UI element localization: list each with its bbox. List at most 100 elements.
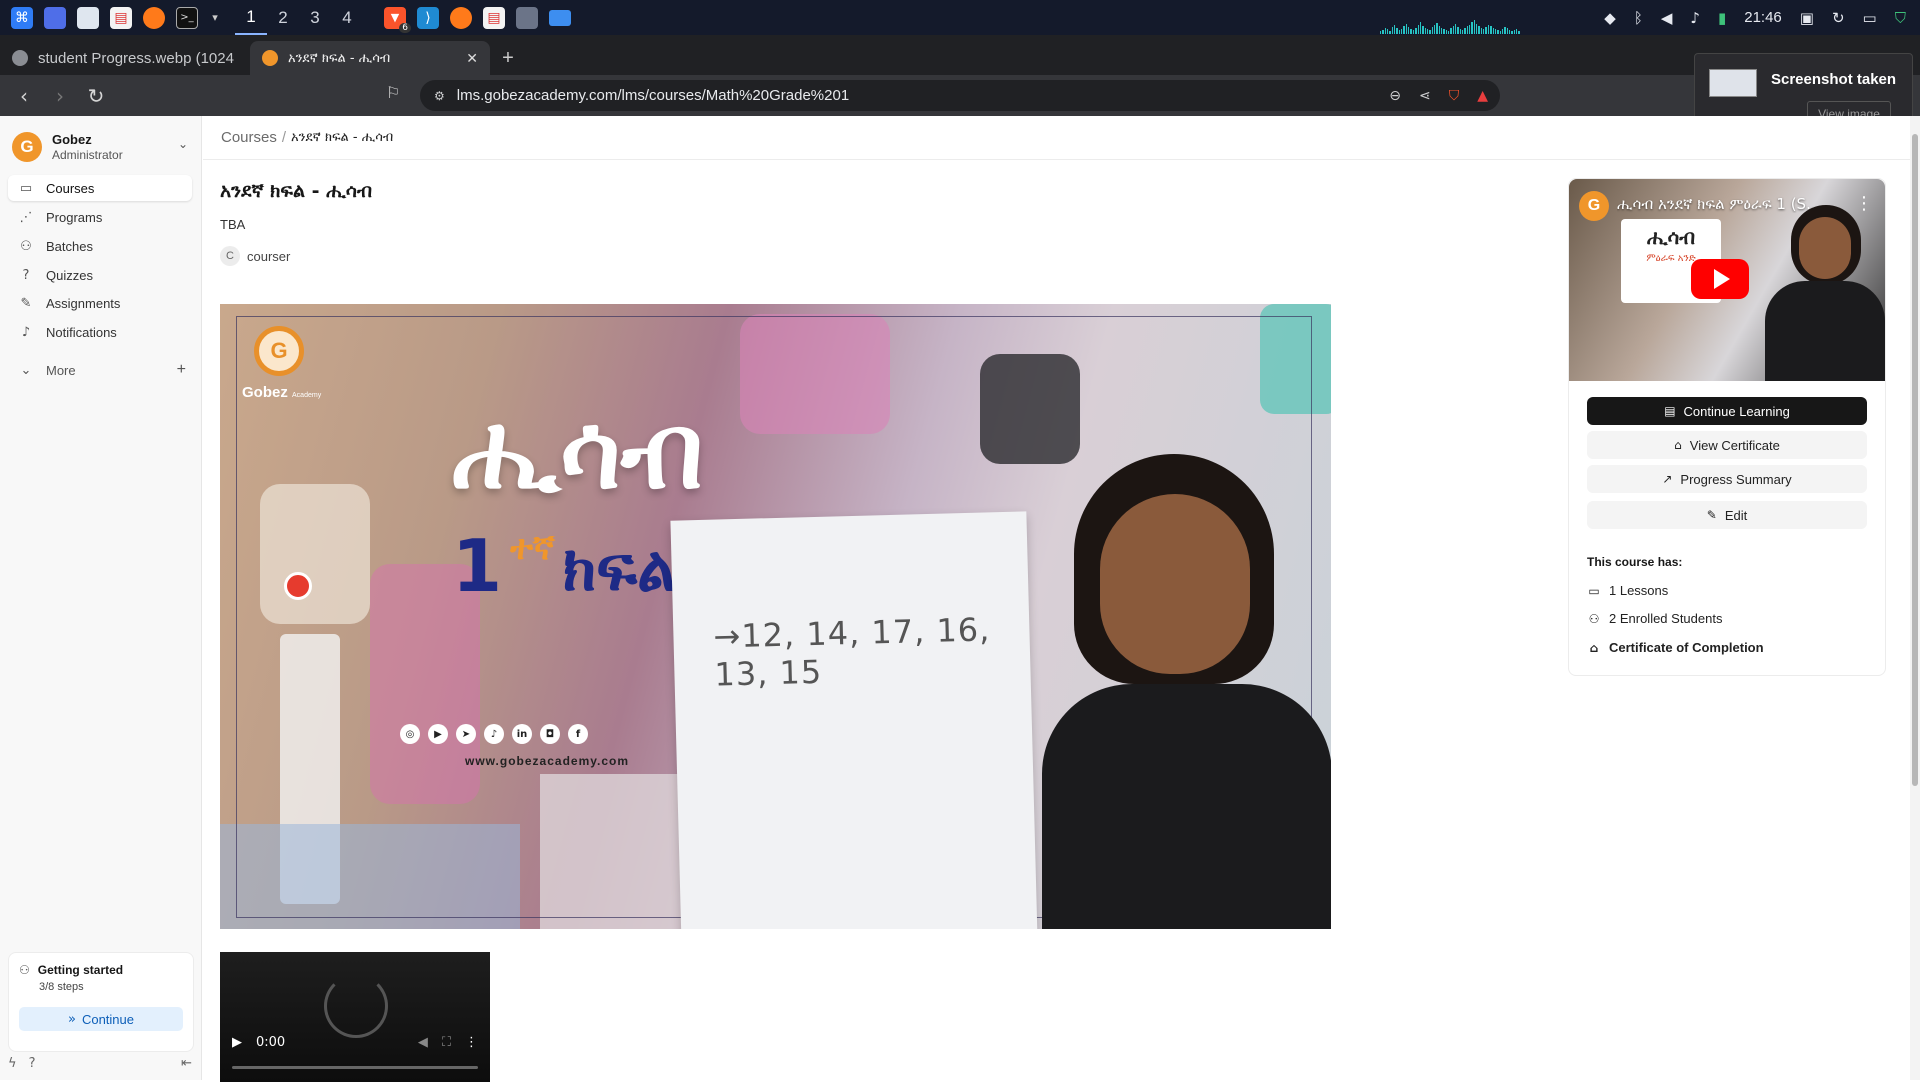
pdf-icon[interactable]: ▤ (110, 6, 132, 29)
tab-course[interactable]: አንደኛ ክፍል - ሒሳብ ✕ (250, 41, 490, 75)
site-info-icon[interactable]: ⚙ (434, 89, 445, 103)
zoom-icon[interactable]: ⊖ (1389, 88, 1401, 104)
audio-bar (1440, 28, 1443, 34)
audio-bar (1387, 29, 1389, 34)
avatar: C (220, 246, 240, 266)
wifi-icon[interactable]: ◆ (1604, 9, 1616, 27)
audio-bar (1462, 30, 1464, 34)
file-text-icon: ▤ (1664, 404, 1676, 418)
edit-button[interactable]: ✎ Edit (1587, 501, 1867, 529)
app-menu-icon[interactable]: ⌘ (11, 6, 33, 29)
firefox-icon[interactable] (450, 6, 472, 29)
course-card: G ሒሳብ አንደኛ ክፍል ምዕራፍ 1 (S... ⋮ ሒሳብ ምዕራፍ አ… (1568, 178, 1886, 676)
social-icons: ◎ ▶ ➤ ♪ in ◘ f (400, 724, 588, 744)
video-player[interactable]: ▶ 0:00 ◀ ⛶ ⋮ (220, 952, 490, 1082)
gobez-logo: G (12, 132, 42, 162)
youtube-embed[interactable]: G ሒሳብ አንደኛ ክፍል ምዕራፍ 1 (S... ⋮ ሒሳብ ምዕራፍ አ… (1569, 179, 1885, 381)
pdf-icon[interactable]: ▤ (483, 6, 505, 29)
audio-bar (1459, 29, 1462, 34)
scrollbar-thumb[interactable] (1912, 134, 1918, 786)
desktop-icon[interactable] (44, 6, 66, 29)
workspace-3[interactable]: 3 (299, 0, 331, 35)
plus-icon[interactable]: + (177, 361, 186, 379)
channel-logo[interactable]: G (1579, 191, 1609, 221)
bluetooth-icon[interactable]: ᛒ (1634, 9, 1643, 27)
video-progress-bar[interactable] (232, 1066, 478, 1069)
shield-icon[interactable]: ⛉ (1895, 9, 1906, 27)
breadcrumb-courses-link[interactable]: Courses (221, 129, 277, 146)
sidebar-item-programs[interactable]: ⋰ Programs (8, 204, 192, 230)
clock[interactable]: 21:46 (1744, 9, 1782, 26)
address-bar[interactable]: ⚙ lms.gobezacademy.com/lms/courses/Math%… (420, 80, 1500, 111)
sidebar-item-label: Assignments (46, 295, 121, 311)
sidebar-more-toggle[interactable]: ⌄ More + (8, 357, 192, 383)
play-icon[interactable]: ▶ (232, 1035, 242, 1050)
mute-icon[interactable]: ◀ (418, 1035, 428, 1050)
zap-icon[interactable]: ϟ (8, 1056, 17, 1071)
bell-icon[interactable]: ♪ (1690, 9, 1700, 27)
tab-student-progress[interactable]: student Progress.webp (1024 (0, 41, 250, 75)
sidebar-item-batches[interactable]: ⚇ Batches (8, 233, 192, 259)
audio-bar (1501, 29, 1504, 34)
firefox-icon[interactable] (143, 6, 165, 29)
continue-learning-button[interactable]: ▤ Continue Learning (1587, 397, 1867, 425)
chevrons-right-icon: » (67, 1011, 76, 1027)
new-tab-button[interactable]: + (490, 41, 526, 75)
file-manager-icon[interactable] (77, 6, 99, 29)
getting-started-continue-button[interactable]: » Continue (19, 1007, 183, 1031)
instagram-icon: ◘ (540, 724, 560, 744)
gobez-logo: G (254, 326, 304, 376)
play-icon (1714, 269, 1730, 289)
org-switcher[interactable]: G Gobez Administrator ⌄ (12, 128, 192, 166)
graduation-cap-icon: ⌂ (1674, 438, 1682, 452)
chevron-down-icon[interactable]: ▾ (209, 7, 221, 29)
globe-icon (12, 50, 28, 66)
notification-title: Screenshot taken (1771, 71, 1897, 88)
youtube-play-button[interactable] (1691, 259, 1749, 299)
vscode-icon[interactable]: ⟩ (417, 6, 439, 29)
browser-toolbar: ‹ › ↻ ⚐ ⚙ lms.gobezacademy.com/lms/cours… (0, 75, 1920, 116)
audio-bar (1401, 29, 1403, 34)
bookmark-icon[interactable]: ⚐ (386, 83, 400, 102)
folder-icon[interactable] (549, 9, 571, 26)
lock-icon[interactable]: ▣ (1800, 9, 1814, 27)
sidebar-item-quizzes[interactable]: ? Quizzes (8, 262, 192, 288)
workspace-1[interactable]: 1 (235, 0, 267, 35)
collapse-sidebar-icon[interactable]: ⇤ (181, 1056, 192, 1071)
linkedin-icon: in (512, 724, 532, 744)
page-scrollbar[interactable] (1910, 116, 1920, 1080)
url-text: lms.gobezacademy.com/lms/courses/Math%20… (456, 87, 850, 104)
sidebar-item-notifications[interactable]: ♪ Notifications (8, 319, 192, 345)
brave-icon[interactable]: ▼ 6 (384, 6, 411, 33)
workspace-4[interactable]: 4 (331, 0, 363, 35)
course-author[interactable]: C courser (220, 246, 290, 266)
more-options-icon[interactable]: ⋮ (465, 1035, 478, 1050)
sidebar-item-courses[interactable]: ▭ Courses (8, 175, 192, 201)
audio-bar (1408, 27, 1410, 34)
workspace-2[interactable]: 2 (267, 0, 299, 35)
volume-icon[interactable]: ◀ (1661, 9, 1673, 27)
forward-icon[interactable]: › (46, 82, 74, 110)
brave-shield-icon[interactable]: ⛉ (1449, 88, 1460, 104)
view-certificate-button[interactable]: ⌂ View Certificate (1587, 431, 1867, 459)
brave-rewards-icon[interactable]: ▲ (1477, 88, 1488, 104)
progress-summary-button[interactable]: ↗ Progress Summary (1587, 465, 1867, 493)
audio-bar (1455, 24, 1457, 34)
share-icon[interactable]: ⋖ (1419, 88, 1431, 104)
back-icon[interactable]: ‹ (10, 82, 38, 110)
course-has-label: This course has: (1587, 555, 1683, 569)
getting-started-steps: 3/8 steps (39, 981, 84, 993)
help-icon[interactable]: ? (29, 1056, 36, 1071)
certificate-of-completion: ⌂ Certificate of Completion (1587, 640, 1764, 655)
course-banner-image: G Gobez Academy ሒሳብ 1 ተኛ ክፍል →12, 14, 17… (220, 304, 1331, 929)
refresh-icon[interactable]: ↻ (1832, 9, 1845, 27)
terminal-icon[interactable]: ▭ (1863, 9, 1877, 27)
battery-icon[interactable]: ▮ (1718, 9, 1726, 27)
sidebar-item-assignments[interactable]: ✎ Assignments (8, 290, 192, 316)
document-icon[interactable] (516, 6, 538, 29)
terminal-icon[interactable]: >_ (176, 6, 198, 29)
audio-bar (1394, 25, 1396, 34)
close-icon[interactable]: ✕ (466, 50, 478, 67)
reload-icon[interactable]: ↻ (82, 82, 110, 110)
fullscreen-icon[interactable]: ⛶ (442, 1035, 451, 1050)
